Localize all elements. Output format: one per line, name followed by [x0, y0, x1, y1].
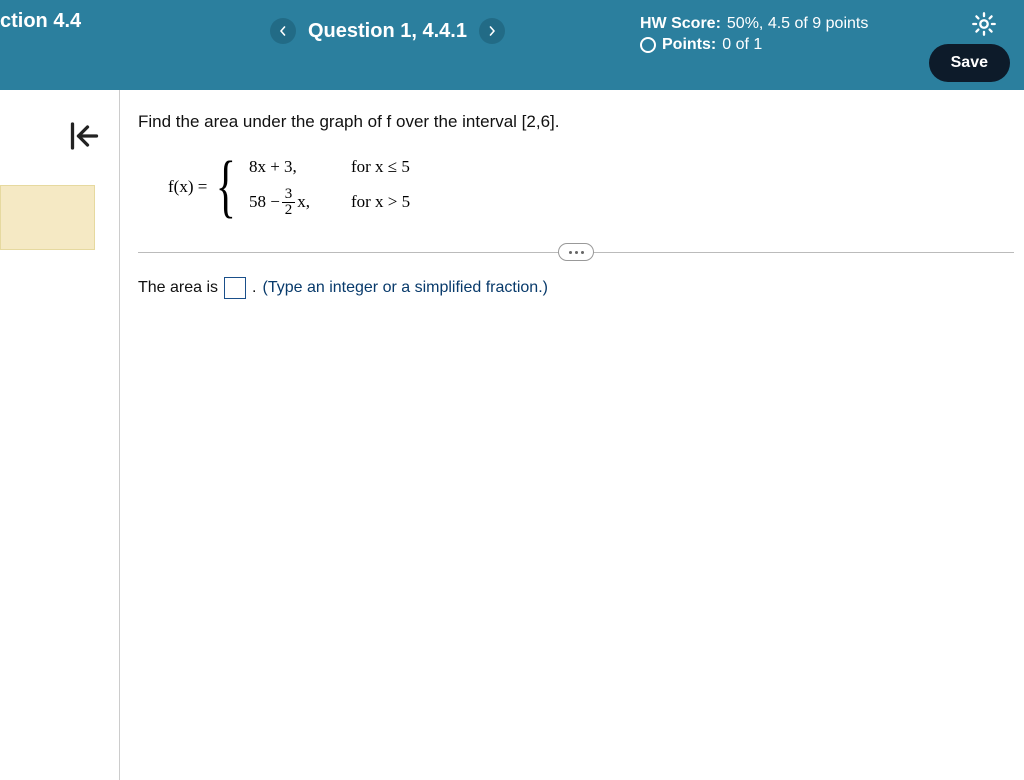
- answer-lead: The area is: [138, 279, 218, 297]
- answer-row: The area is . (Type an integer or a simp…: [138, 277, 1014, 299]
- score-block: HW Score: 50%, 4.5 of 9 points Points: 0…: [640, 12, 868, 57]
- piece-1: 8x + 3, for x ≤ 5: [249, 157, 410, 177]
- top-header: ction 4.4 Question 1, 4.4.1 HW Score: 50…: [0, 0, 1024, 90]
- question-content: Find the area under the graph of f over …: [120, 90, 1024, 780]
- section-title: ction 4.4: [0, 10, 81, 33]
- settings-button[interactable]: [970, 10, 998, 38]
- next-question-button[interactable]: [479, 18, 505, 44]
- question-nav: Question 1, 4.4.1: [270, 18, 505, 44]
- fx-label: f(x) =: [168, 177, 207, 197]
- points-status-icon: [640, 37, 656, 53]
- brace-icon: {: [216, 152, 236, 222]
- piece-2: 58 − 3 2 x, for x > 5: [249, 187, 410, 218]
- points-label: Points:: [662, 36, 716, 54]
- collapse-sidebar-button[interactable]: [65, 118, 101, 154]
- main-body: Find the area under the graph of f over …: [0, 90, 1024, 780]
- save-button[interactable]: Save: [929, 44, 1010, 82]
- left-sidebar: [0, 90, 120, 780]
- piece-2-cond: for x > 5: [351, 192, 410, 212]
- problem-prompt: Find the area under the graph of f over …: [138, 112, 1014, 132]
- points-value: 0 of 1: [722, 36, 762, 54]
- answer-period: .: [252, 279, 256, 297]
- piece-1-cond: for x ≤ 5: [351, 157, 410, 177]
- piece-2-expr: 58 − 3 2 x,: [249, 187, 339, 218]
- piecewise-cases: 8x + 3, for x ≤ 5 58 − 3 2 x, for x > 5: [249, 157, 410, 218]
- function-definition: f(x) = { 8x + 3, for x ≤ 5 58 − 3 2 x,: [168, 152, 1014, 222]
- hw-score-value: 50%, 4.5 of 9 points: [727, 15, 868, 33]
- expand-toggle-button[interactable]: [558, 243, 594, 261]
- answer-hint: (Type an integer or a simplified fractio…: [263, 279, 548, 297]
- sidebar-thumbnail[interactable]: [0, 185, 95, 250]
- section-divider: [138, 252, 1014, 253]
- prev-question-button[interactable]: [270, 18, 296, 44]
- hw-score-label: HW Score:: [640, 15, 721, 33]
- question-label: Question 1, 4.4.1: [308, 20, 467, 43]
- fraction: 3 2: [282, 187, 296, 218]
- answer-input[interactable]: [224, 277, 246, 299]
- piece-1-expr: 8x + 3,: [249, 157, 339, 177]
